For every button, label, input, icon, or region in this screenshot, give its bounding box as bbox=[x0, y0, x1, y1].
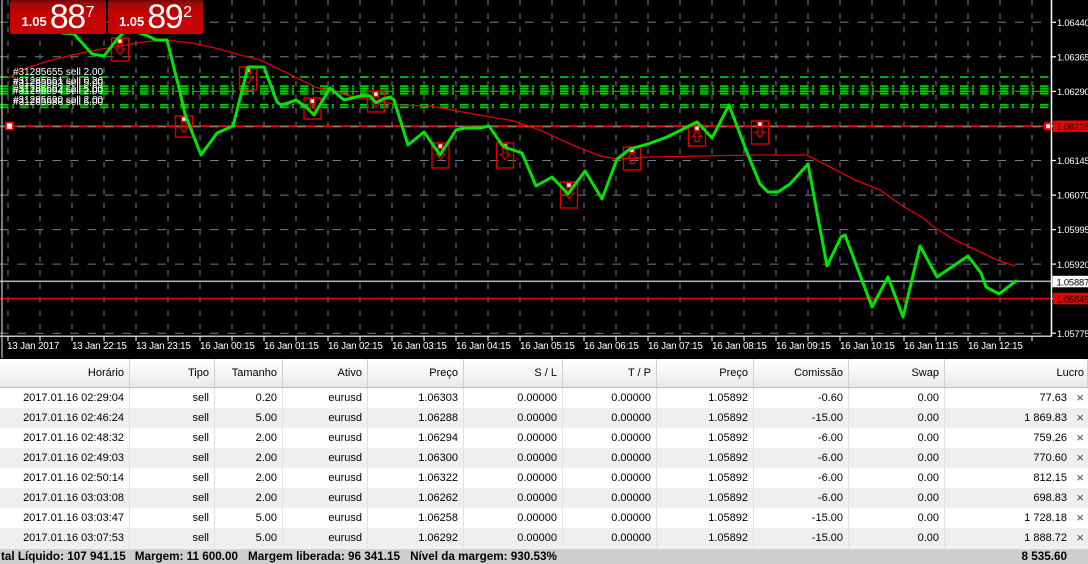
svg-text:16 Jan 04:15: 16 Jan 04:15 bbox=[456, 341, 511, 352]
svg-text:1.06070: 1.06070 bbox=[1057, 190, 1088, 201]
svg-text:1.05775: 1.05775 bbox=[1057, 328, 1088, 339]
svg-text:16 Jan 07:15: 16 Jan 07:15 bbox=[648, 341, 703, 352]
svg-text:13 Jan 2017: 13 Jan 2017 bbox=[7, 341, 59, 352]
svg-text:16 Jan 01:15: 16 Jan 01:15 bbox=[264, 341, 319, 352]
svg-text:16 Jan 12:15: 16 Jan 12:15 bbox=[968, 341, 1023, 352]
svg-text:1.06290: 1.06290 bbox=[1057, 86, 1088, 97]
svg-text:1.06365: 1.06365 bbox=[1057, 51, 1088, 62]
svg-text:1.05920: 1.05920 bbox=[1057, 259, 1088, 270]
svg-text:1.05845: 1.05845 bbox=[1057, 293, 1088, 304]
svg-text:16 Jan 11:15: 16 Jan 11:15 bbox=[904, 341, 959, 352]
svg-text:16 Jan 06:15: 16 Jan 06:15 bbox=[584, 341, 639, 352]
svg-text:1.06218: 1.06218 bbox=[1057, 121, 1088, 132]
svg-text:16 Jan 08:15: 16 Jan 08:15 bbox=[712, 341, 767, 352]
svg-text:1.05887: 1.05887 bbox=[1057, 276, 1088, 287]
svg-text:13 Jan 22:15: 13 Jan 22:15 bbox=[72, 341, 127, 352]
svg-text:1.06145: 1.06145 bbox=[1057, 155, 1088, 166]
svg-text:1.05995: 1.05995 bbox=[1057, 224, 1088, 235]
svg-text:16 Jan 02:15: 16 Jan 02:15 bbox=[328, 341, 383, 352]
svg-text:16 Jan 05:15: 16 Jan 05:15 bbox=[520, 341, 575, 352]
svg-text:16 Jan 09:15: 16 Jan 09:15 bbox=[776, 341, 831, 352]
svg-text:16 Jan 00:15: 16 Jan 00:15 bbox=[200, 341, 255, 352]
svg-text:16 Jan 03:15: 16 Jan 03:15 bbox=[392, 341, 447, 352]
svg-text:16 Jan 10:15: 16 Jan 10:15 bbox=[840, 341, 895, 352]
svg-text:1.06440: 1.06440 bbox=[1057, 17, 1088, 28]
svg-text:13 Jan 23:15: 13 Jan 23:15 bbox=[136, 341, 191, 352]
